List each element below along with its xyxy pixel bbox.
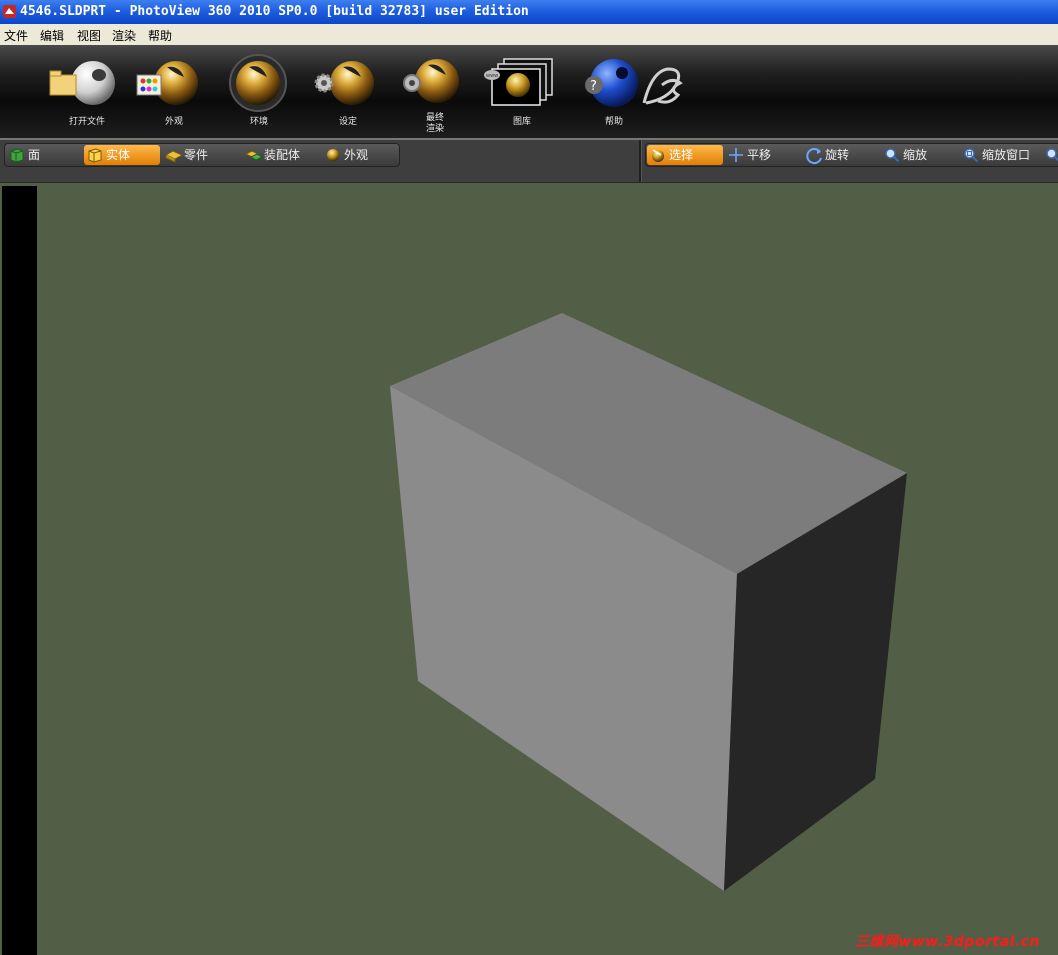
- appearance-icon: [136, 61, 198, 105]
- pan-icon: [729, 148, 743, 162]
- environment-icon: [229, 54, 287, 112]
- tool-zoom[interactable]: 缩放: [881, 145, 957, 165]
- final-render-label-line2: 渲染: [425, 124, 444, 134]
- final-render-label-line1: 最终: [425, 113, 444, 123]
- menu-bar: 文件 编辑 视图 渲染 帮助: [0, 24, 1058, 46]
- zoom-extra-icon: [1046, 148, 1058, 162]
- environment-label: 环境: [249, 117, 268, 127]
- filter-solid-body[interactable]: 实体: [84, 145, 160, 165]
- view-tools-group: 选择 平移 旋转 缩放 缩放窗口: [645, 143, 1058, 167]
- filter-face[interactable]: 面: [6, 145, 82, 165]
- filter-solid-body-label: 实体: [106, 148, 131, 162]
- menu-file[interactable]: 文件: [4, 27, 28, 44]
- appearance-label: 外观: [164, 117, 183, 127]
- rotate-icon: [806, 148, 822, 165]
- model-scene[interactable]: [0, 183, 1058, 955]
- face-icon: [10, 148, 24, 163]
- main-toolbar: 打开文件 外观 环境 设定 最终 渲染 www 图库 ? 帮助: [0, 45, 1058, 140]
- tool-select[interactable]: 选择: [647, 145, 723, 165]
- zoom-icon: [885, 148, 900, 163]
- appearance-button[interactable]: 外观: [134, 53, 214, 135]
- app-icon[interactable]: [2, 4, 17, 19]
- environment-button[interactable]: 环境: [219, 53, 299, 135]
- gallery-button[interactable]: www 图库: [482, 53, 562, 135]
- select-icon: [652, 149, 664, 162]
- open-file-button[interactable]: 打开文件: [47, 53, 127, 135]
- tool-rotate[interactable]: 旋转: [803, 145, 879, 165]
- tool-zoom-label: 缩放: [903, 148, 928, 162]
- filter-part-label: 零件: [184, 148, 209, 162]
- part-icon: [165, 150, 183, 163]
- render-viewport[interactable]: 三维网www.3dportal.cn: [0, 183, 1058, 955]
- selection-filter-group: 面 实体 零件 装配体 外观: [4, 143, 400, 167]
- tool-pan-label: 平移: [747, 148, 772, 162]
- filter-face-label: 面: [28, 148, 41, 162]
- tool-pan[interactable]: 平移: [725, 145, 801, 165]
- tool-zoom-window-label: 缩放窗口: [982, 148, 1031, 162]
- tool-rotate-label: 旋转: [825, 148, 850, 162]
- title-bar: 4546.SLDPRT - PhotoView 360 2010 SP0.0 […: [0, 0, 1058, 24]
- solid-body-icon: [88, 148, 102, 163]
- open-file-icon: [49, 61, 115, 105]
- settings-label: 设定: [338, 117, 357, 127]
- filter-assembly-label: 装配体: [264, 148, 301, 162]
- svg-text:www: www: [486, 73, 498, 79]
- svg-text:?: ?: [590, 79, 597, 94]
- filter-assembly[interactable]: 装配体: [242, 145, 320, 165]
- menu-render[interactable]: 渲染: [112, 27, 136, 44]
- final-render-button[interactable]: 最终 渲染: [395, 53, 475, 135]
- filter-part[interactable]: 零件: [162, 145, 240, 165]
- zoom-window-icon: [964, 148, 979, 163]
- menu-help[interactable]: 帮助: [148, 27, 172, 44]
- filter-appearance-label: 外观: [344, 148, 369, 162]
- menu-view[interactable]: 视图: [77, 27, 101, 44]
- settings-button[interactable]: 设定: [308, 53, 388, 135]
- window-title: 4546.SLDPRT - PhotoView 360 2010 SP0.0 […: [20, 4, 529, 19]
- filter-appearance[interactable]: 外观: [322, 145, 398, 165]
- final-render-label: 最终 渲染: [395, 113, 475, 135]
- settings-icon: [314, 61, 374, 105]
- filter-toolbar: 面 实体 零件 装配体 外观 选择 平移 旋转 缩放 缩放窗口: [0, 140, 1058, 183]
- watermark: 三维网www.3dportal.cn: [854, 934, 1040, 950]
- tool-zoom-window[interactable]: 缩放窗口: [960, 145, 1042, 165]
- tool-more[interactable]: [1042, 145, 1058, 165]
- ds-logo: [642, 67, 683, 105]
- tool-select-label: 选择: [669, 148, 694, 162]
- menu-edit[interactable]: 编辑: [40, 27, 64, 44]
- assembly-icon: [245, 150, 263, 161]
- appearance-sphere-icon: [327, 149, 339, 161]
- open-file-label: 打开文件: [68, 117, 105, 127]
- help-label: 帮助: [604, 117, 623, 127]
- gallery-label: 图库: [512, 117, 531, 127]
- final-render-icon: [403, 59, 459, 103]
- toolbar-divider: [639, 140, 642, 182]
- gallery-icon: www: [484, 58, 553, 106]
